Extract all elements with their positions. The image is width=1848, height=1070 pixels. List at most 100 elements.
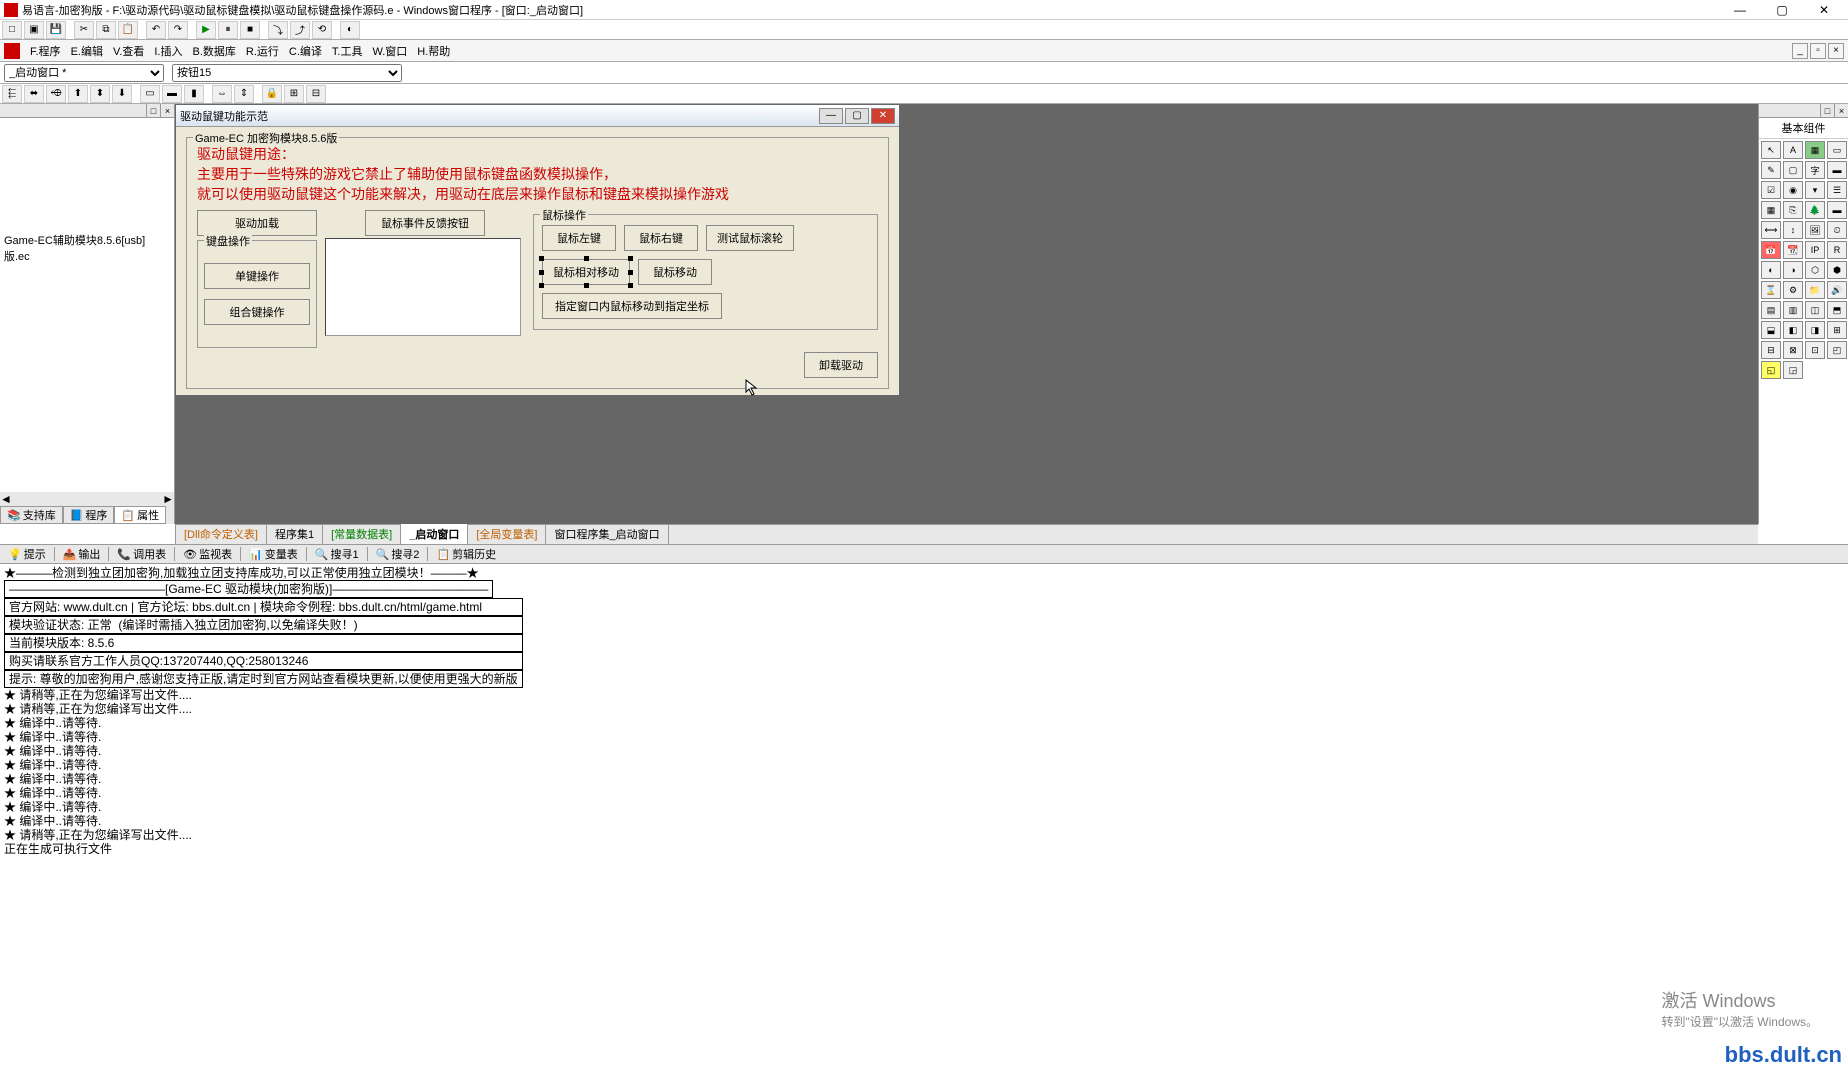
tab-watch[interactable]: 👁监视表 — [179, 546, 236, 562]
tab-global-vars[interactable]: [全局变量表] — [467, 523, 546, 544]
tab-start-window[interactable]: _启动窗口 — [400, 523, 468, 544]
tool-check-icon[interactable]: ☑ — [1761, 181, 1781, 199]
tool-c-icon[interactable]: ⬡ — [1805, 261, 1825, 279]
tool-frame-icon[interactable]: ▢ — [1783, 161, 1803, 179]
output-panel[interactable]: ★———检测到独立团加密狗,加载独立团支持库成功,可以正常使用独立团模块！———… — [0, 564, 1848, 854]
tool-image2-icon[interactable]: 🖼 — [1805, 221, 1825, 239]
tool-slider-icon[interactable]: ⟷ — [1761, 221, 1781, 239]
maximize-button[interactable]: ▢ — [1762, 2, 1802, 18]
tool-r-icon[interactable]: ⊠ — [1783, 341, 1803, 359]
tool-h-icon[interactable]: 🔊 — [1827, 281, 1847, 299]
tool-o-icon[interactable]: ◨ — [1805, 321, 1825, 339]
tool-i-icon[interactable]: ▤ — [1761, 301, 1781, 319]
menu-compile[interactable]: C.编译 — [289, 43, 322, 59]
tool-edit-icon[interactable]: ✎ — [1761, 161, 1781, 179]
btn-unload-driver[interactable]: 卸载驱动 — [804, 352, 878, 378]
btn-single-key[interactable]: 单键操作 — [204, 263, 310, 289]
tab-vartable[interactable]: 📊变量表 — [245, 546, 302, 562]
step3-icon[interactable]: ⟲ — [312, 21, 332, 39]
tool-label-icon[interactable]: A — [1783, 141, 1803, 159]
btn-mouse-feedback[interactable]: 鼠标事件反馈按钮 — [365, 210, 485, 236]
menu-database[interactable]: B.数据库 — [192, 43, 235, 59]
menu-help[interactable]: H.帮助 — [417, 43, 450, 59]
tool-radio-icon[interactable]: ◉ — [1783, 181, 1803, 199]
tool-d-icon[interactable]: ⬢ — [1827, 261, 1847, 279]
module-list-item[interactable]: Game-EC辅助模块8.5.6[usb]版.ec — [4, 232, 170, 264]
tool-tab-icon[interactable]: ⎘ — [1783, 201, 1803, 219]
save-icon[interactable]: 💾 — [46, 21, 66, 39]
tool-timer-icon[interactable]: ⏲ — [1827, 221, 1847, 239]
tool-n-icon[interactable]: ◧ — [1783, 321, 1803, 339]
tool-picture-icon[interactable]: ▦ — [1805, 141, 1825, 159]
tool-v-icon[interactable]: ◲ — [1783, 361, 1803, 379]
misc-icon[interactable]: ◐ — [340, 21, 360, 39]
open-icon[interactable]: ▣ — [24, 21, 44, 39]
menu-tools[interactable]: T.工具 — [332, 43, 363, 59]
tool-button-icon[interactable]: ▬ — [1827, 161, 1847, 179]
tab-progset1[interactable]: 程序集1 — [266, 523, 323, 544]
tool-l-icon[interactable]: ⬒ — [1827, 301, 1847, 319]
tool-f-icon[interactable]: ⚙ — [1783, 281, 1803, 299]
btn-mouse-move-window[interactable]: 指定窗口内鼠标移动到指定坐标 — [542, 293, 722, 319]
tool-combo-icon[interactable]: ▾ — [1805, 181, 1825, 199]
tool-tree-icon[interactable]: 🌲 — [1805, 201, 1825, 219]
window-selector[interactable]: _启动窗口 * — [4, 64, 164, 82]
btn-mouse-wheel[interactable]: 测试鼠标滚轮 — [706, 225, 794, 251]
menu-window[interactable]: W.窗口 — [372, 43, 407, 59]
tab-const-table[interactable]: [常量数据表] — [322, 523, 401, 544]
menu-run[interactable]: R.运行 — [246, 43, 279, 59]
tab-calltable[interactable]: 📞调用表 — [113, 546, 170, 562]
btn-mouse-right[interactable]: 鼠标右键 — [624, 225, 698, 251]
menu-edit[interactable]: E.编辑 — [71, 43, 103, 59]
design-min-icon[interactable]: — — [819, 108, 843, 124]
space-v-icon[interactable]: ⇕ — [234, 85, 254, 103]
menu-program[interactable]: F.程序 — [30, 43, 61, 59]
step2-icon[interactable]: ⤴ — [290, 21, 310, 39]
tab-program[interactable]: 📘程序 — [63, 506, 115, 524]
tab-cliphist[interactable]: 📋剪辑历史 — [432, 546, 500, 562]
panel-pin-icon[interactable]: × — [160, 104, 174, 118]
tab-search1[interactable]: 🔍搜寻1 — [311, 546, 363, 562]
run-icon[interactable]: ▶ — [196, 21, 216, 39]
feedback-textbox[interactable] — [325, 238, 521, 336]
tool-ip-icon[interactable]: IP — [1805, 241, 1825, 259]
tab-properties[interactable]: 📋属性 — [114, 506, 166, 524]
tool-e-icon[interactable]: ⌛ — [1761, 281, 1781, 299]
tool-progress-icon[interactable]: ▬ — [1827, 201, 1847, 219]
design-max-icon[interactable]: ▢ — [845, 108, 869, 124]
space-h-icon[interactable]: ⇔ — [212, 85, 232, 103]
lock-icon[interactable]: 🔒 — [262, 85, 282, 103]
palette-pin-icon[interactable]: □ — [1820, 104, 1834, 118]
tool-grid-icon[interactable]: ▦ — [1761, 201, 1781, 219]
tool-s-icon[interactable]: ⊡ — [1805, 341, 1825, 359]
tool-a-icon[interactable]: ◐ — [1761, 261, 1781, 279]
designer-canvas[interactable]: 驱动鼠键功能示范 — ▢ ✕ Game-EC 加密狗模块8.5.6版 驱动鼠键用… — [175, 104, 1758, 524]
tool-g-icon[interactable]: 📁 — [1805, 281, 1825, 299]
tab-window-progset[interactable]: 窗口程序集_启动窗口 — [545, 523, 668, 544]
grid2-icon[interactable]: ⊟ — [306, 85, 326, 103]
align-bottom-icon[interactable]: ⬇ — [112, 85, 132, 103]
size-width-icon[interactable]: ▬ — [162, 85, 182, 103]
left-scrollbar[interactable]: ◄► — [0, 492, 174, 506]
align-right-icon[interactable]: ⬲ — [46, 85, 66, 103]
align-top-icon[interactable]: ⬆ — [68, 85, 88, 103]
tab-support-lib[interactable]: 📚支持库 — [0, 506, 63, 524]
stop-icon[interactable]: ■ — [240, 21, 260, 39]
tool-t-icon[interactable]: ◰ — [1827, 341, 1847, 359]
tool-j-icon[interactable]: ▥ — [1783, 301, 1803, 319]
tool-rich-icon[interactable]: R — [1827, 241, 1847, 259]
tab-search2[interactable]: 🔍搜寻2 — [372, 546, 424, 562]
control-selector[interactable]: 按钮15 — [172, 64, 402, 82]
btn-combo-key[interactable]: 组合键操作 — [204, 299, 310, 325]
tab-dll-def[interactable]: [Dll命令定义表] — [175, 523, 267, 544]
selected-control[interactable]: 鼠标相对移动 — [542, 259, 630, 285]
tool-list-icon[interactable]: ☰ — [1827, 181, 1847, 199]
tool-p-icon[interactable]: ⊞ — [1827, 321, 1847, 339]
tool-cal-icon[interactable]: 📅 — [1761, 241, 1781, 259]
align-middle-icon[interactable]: ⬍ — [90, 85, 110, 103]
minimize-button[interactable]: — — [1720, 2, 1760, 18]
size-same-icon[interactable]: ▭ — [140, 85, 160, 103]
step-icon[interactable]: ⤵ — [268, 21, 288, 39]
align-center-icon[interactable]: ⬌ — [24, 85, 44, 103]
btn-mouse-relative[interactable]: 鼠标相对移动 — [542, 259, 630, 285]
